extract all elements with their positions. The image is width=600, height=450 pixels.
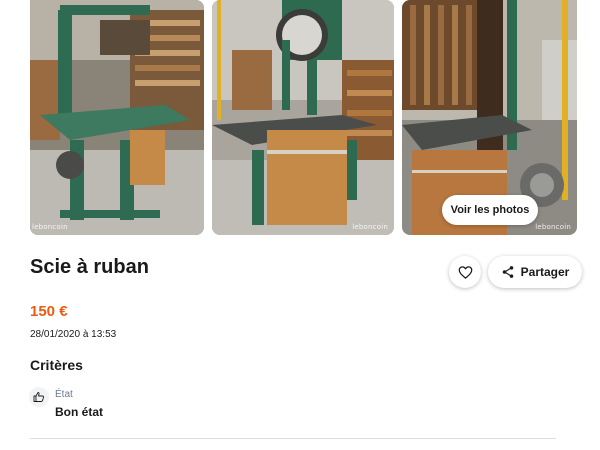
favorite-button[interactable] [449, 256, 481, 288]
heart-icon [458, 265, 472, 279]
share-button[interactable]: Partager [488, 256, 582, 288]
watermark: leboncoin [535, 223, 571, 231]
criteria-value: Bon état [55, 405, 103, 419]
watermark: leboncoin [352, 223, 388, 231]
criteria-item-condition [29, 387, 49, 407]
thumbs-up-icon [33, 392, 45, 402]
criteria-label: État [55, 389, 73, 400]
share-icon [502, 266, 513, 278]
section-divider [30, 438, 556, 439]
listing-date: 28/01/2020 à 13:53 [30, 329, 117, 340]
listing-price: 150 € [30, 303, 68, 320]
gallery-photo-2[interactable]: leboncoin [212, 0, 394, 235]
share-label: Partager [520, 265, 570, 279]
view-photos-button[interactable]: Voir les photos [442, 195, 538, 225]
criteria-heading: Critères [30, 357, 83, 373]
band-saw-image-1 [30, 0, 204, 235]
band-saw-image-2 [212, 0, 394, 235]
gallery-photo-1[interactable]: leboncoin [30, 0, 204, 235]
watermark: leboncoin [32, 223, 68, 231]
listing-title: Scie à ruban [30, 256, 149, 278]
